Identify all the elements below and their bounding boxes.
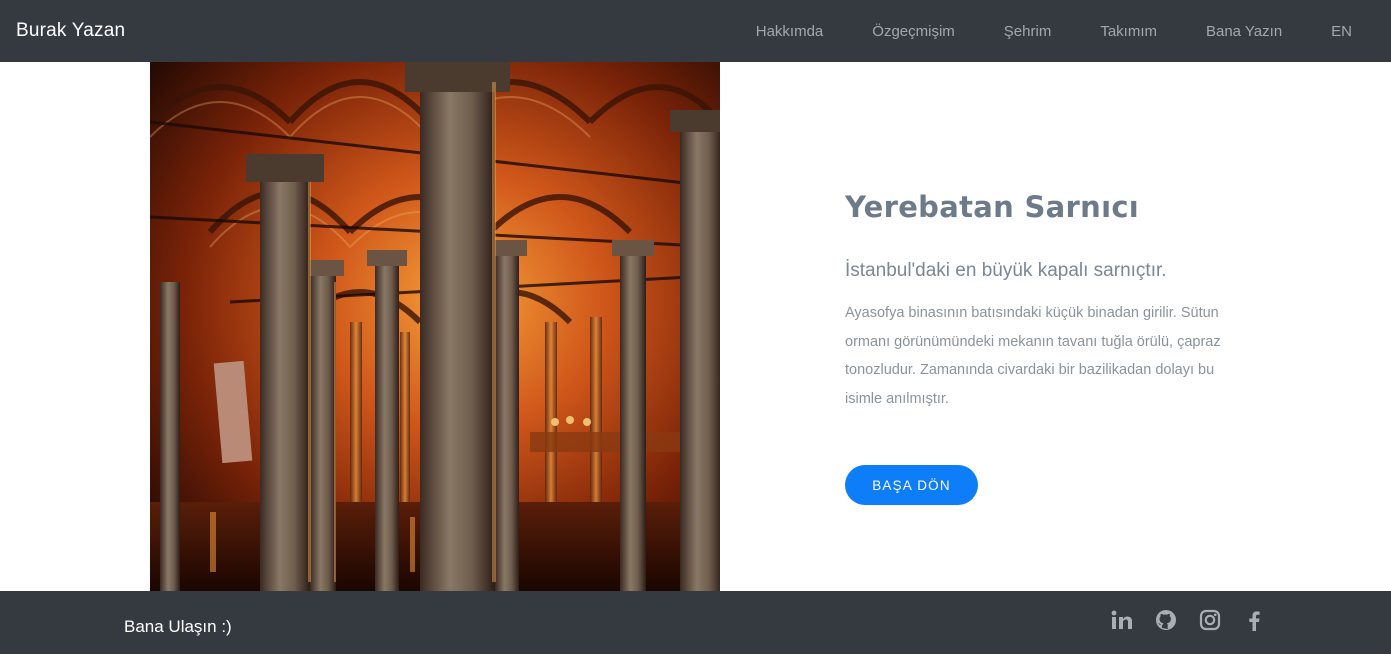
facebook-icon[interactable]	[1243, 608, 1265, 632]
linkedin-icon[interactable]	[1111, 608, 1133, 632]
nav-link-takimim[interactable]: Takımım	[1100, 23, 1157, 40]
social-links	[1111, 608, 1265, 632]
nav-link-sehrim[interactable]: Şehrim	[1004, 23, 1052, 40]
brand-link[interactable]: Burak Yazan	[16, 20, 125, 42]
nav-link-bana-yazin[interactable]: Bana Yazın	[1206, 23, 1282, 40]
section-subtitle: İstanbul'daki en büyük kapalı sarnıçtır.	[845, 260, 1167, 281]
cistern-photo	[150, 62, 720, 591]
instagram-icon[interactable]	[1199, 608, 1221, 632]
footer: Bana Ulaşın :)	[0, 591, 1391, 654]
language-switch-link[interactable]: EN	[1331, 23, 1352, 40]
section-description: Ayasofya binasının batısındaki küçük bin…	[845, 305, 1221, 407]
github-icon[interactable]	[1155, 608, 1177, 632]
footer-contact-label: Bana Ulaşın :)	[124, 617, 232, 636]
content-block: Yerebatan Sarnıcı İstanbul'daki en büyük…	[845, 190, 1265, 413]
back-to-top-button[interactable]: BAŞA DÖN	[845, 465, 978, 505]
nav-link-hakkimda[interactable]: Hakkımda	[756, 23, 824, 40]
navbar: Burak Yazan Hakkımda Özgeçmişim Şehrim T…	[0, 0, 1391, 62]
nav-link-ozgecmisim[interactable]: Özgeçmişim	[872, 23, 955, 40]
nav-links: Hakkımda Özgeçmişim Şehrim Takımım Bana …	[756, 0, 1375, 62]
section-title: Yerebatan Sarnıcı	[845, 190, 1140, 224]
